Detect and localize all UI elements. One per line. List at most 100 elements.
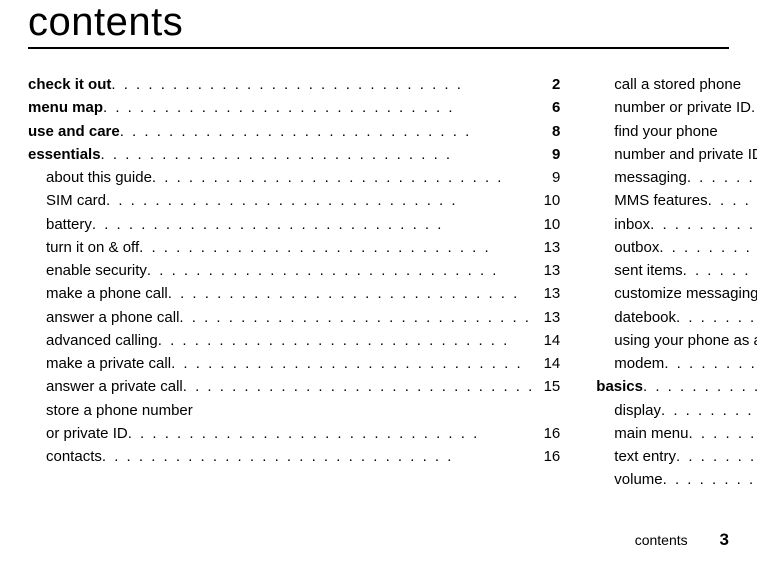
- toc-label: battery: [46, 213, 92, 236]
- toc-label: answer a private call: [46, 375, 183, 398]
- toc-leader-dots: [664, 352, 757, 375]
- toc-label: sent items: [614, 259, 682, 282]
- toc-leader-dots: [661, 399, 757, 422]
- toc-label: inbox: [614, 213, 650, 236]
- toc-label: using your phone as a: [614, 329, 757, 352]
- toc-label: store a phone number: [46, 399, 193, 422]
- toc-label: number or private ID: [614, 96, 751, 119]
- toc-leader-dots: [139, 236, 534, 259]
- toc-row: datebook34: [596, 306, 757, 329]
- toc-leader-dots: [179, 306, 534, 329]
- toc-leader-dots: [676, 306, 757, 329]
- toc-label: outbox: [614, 236, 659, 259]
- toc-leader-dots: [103, 96, 534, 119]
- toc-leader-dots: [168, 282, 535, 305]
- toc-row: use and care8: [28, 120, 560, 143]
- toc-label: contacts: [46, 445, 102, 468]
- page-title: contents: [28, 0, 729, 49]
- toc-row: answer a private call15: [28, 375, 560, 398]
- toc-leader-dots: [708, 189, 757, 212]
- toc-leader-dots: [92, 213, 534, 236]
- toc-leader-dots: [147, 259, 534, 282]
- toc-page: 13: [534, 236, 560, 259]
- toc-row: enable security 13: [28, 259, 560, 282]
- toc-leader-dots: [687, 166, 757, 189]
- toc-row: inbox21: [596, 213, 757, 236]
- toc-leader-dots: [102, 445, 534, 468]
- toc-label: check it out: [28, 73, 111, 96]
- toc-leader-dots: [751, 96, 757, 119]
- toc-leader-dots: [676, 445, 757, 468]
- footer-label: contents: [635, 532, 688, 548]
- toc-label: datebook: [614, 306, 676, 329]
- toc-row: contacts 16: [28, 445, 560, 468]
- toc-leader-dots: [683, 259, 757, 282]
- toc-row: turn it on & off13: [28, 236, 560, 259]
- toc-leader-dots: [106, 189, 534, 212]
- toc-label: menu map: [28, 96, 103, 119]
- toc-label: number and private ID: [614, 143, 757, 166]
- toc-row: make a private call14: [28, 352, 560, 375]
- toc-page: 14: [534, 329, 560, 352]
- toc-label: volume: [614, 468, 662, 491]
- toc-row: MMS features18: [596, 189, 757, 212]
- toc-leader-dots: [101, 143, 535, 166]
- toc-row: number or private ID17: [596, 96, 757, 119]
- toc-row: check it out 2: [28, 73, 560, 96]
- toc-leader-dots: [171, 352, 534, 375]
- toc-leader-dots: [688, 422, 757, 445]
- toc-label: about this guide: [46, 166, 152, 189]
- toc-row: messaging17: [596, 166, 757, 189]
- toc-row: SIM card10: [28, 189, 560, 212]
- toc-label: enable security: [46, 259, 147, 282]
- toc-leader-dots: [158, 329, 535, 352]
- toc-page: 6: [534, 96, 560, 119]
- toc-page: 13: [534, 282, 560, 305]
- toc-row: essentials9: [28, 143, 560, 166]
- toc-label: call a stored phone: [614, 73, 741, 96]
- toc-row: find your phone: [596, 120, 757, 143]
- toc-page: 13: [534, 306, 560, 329]
- toc-page: 13: [534, 259, 560, 282]
- toc-label: essentials: [28, 143, 101, 166]
- toc-label: make a phone call: [46, 282, 168, 305]
- toc-row: battery 10: [28, 213, 560, 236]
- toc-row: menu map 6: [28, 96, 560, 119]
- toc-page: 16: [534, 445, 560, 468]
- toc-label: customize messaging: [614, 282, 757, 305]
- toc-label: text entry: [614, 445, 676, 468]
- toc-row: make a phone call 13: [28, 282, 560, 305]
- toc-label: find your phone: [614, 120, 717, 143]
- toc-label: MMS features: [614, 189, 707, 212]
- toc-label: main menu: [614, 422, 688, 445]
- toc-label: use and care: [28, 120, 120, 143]
- toc-row: advanced calling 14: [28, 329, 560, 352]
- footer: contents 3: [635, 530, 729, 550]
- toc-row: volume40: [596, 468, 757, 491]
- toc-row: answer a phone call13: [28, 306, 560, 329]
- toc-leader-dots: [643, 375, 757, 398]
- toc-label: display: [614, 399, 661, 422]
- toc-row: outbox26: [596, 236, 757, 259]
- toc-row: text entry37: [596, 445, 757, 468]
- toc-row: call a stored phone: [596, 73, 757, 96]
- toc-page: 2: [534, 73, 560, 96]
- toc-col-2: call a stored phonenumber or private ID1…: [596, 73, 757, 492]
- footer-page-number: 3: [720, 530, 729, 549]
- toc-label: advanced calling: [46, 329, 158, 352]
- toc-leader-dots: [128, 422, 535, 445]
- toc-page: 9: [534, 166, 560, 189]
- toc-label: basics: [596, 375, 643, 398]
- toc-leader-dots: [183, 375, 535, 398]
- toc-row: modem35: [596, 352, 757, 375]
- toc-row: or private ID16: [28, 422, 560, 445]
- toc-row: sent items26: [596, 259, 757, 282]
- toc-label: messaging: [614, 166, 687, 189]
- toc-page: 10: [534, 213, 560, 236]
- toc-leader-dots: [663, 468, 757, 491]
- toc-row: main menu37: [596, 422, 757, 445]
- toc-leader-dots: [111, 73, 534, 96]
- toc-row: display36: [596, 399, 757, 422]
- toc-label: make a private call: [46, 352, 171, 375]
- toc-label: modem: [614, 352, 664, 375]
